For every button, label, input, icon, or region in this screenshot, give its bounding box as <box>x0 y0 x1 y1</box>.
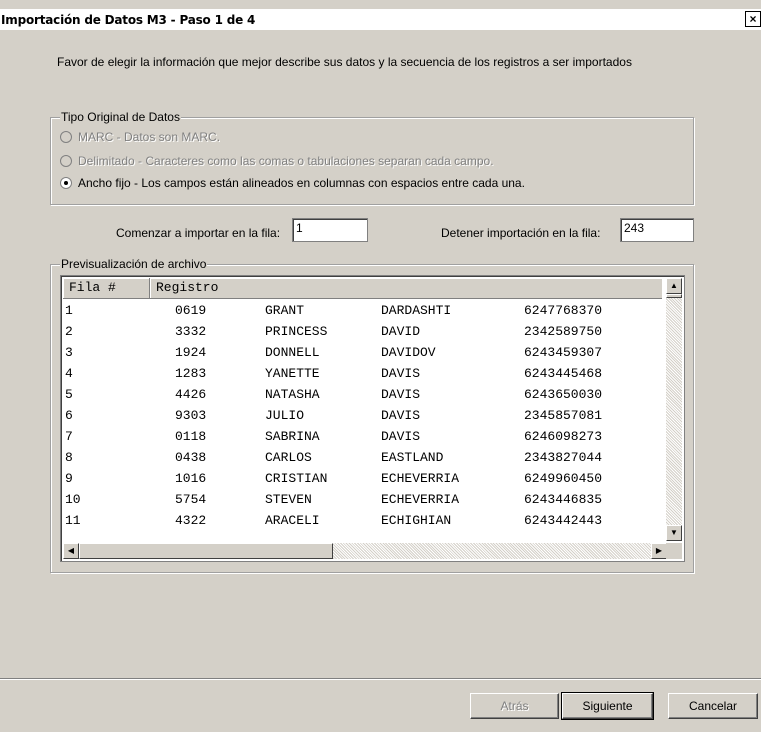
record-field-cell: 6249960450 <box>524 471 603 486</box>
record-field-cell: 1016 <box>175 471 207 486</box>
next-button[interactable]: Siguiente <box>561 692 654 720</box>
radio-marc <box>60 131 72 143</box>
record-field-cell: ECHEVERRIA <box>381 492 460 507</box>
record-field-cell: 2342589750 <box>524 324 603 339</box>
record-field-cell: 2345857081 <box>524 408 603 423</box>
record-field-cell: CARLOS <box>265 450 312 465</box>
grid-header: Fila # Registro <box>63 278 662 299</box>
record-field-cell: EASTLAND <box>381 450 444 465</box>
record-field-cell: DAVID <box>381 324 421 339</box>
radio-delimited <box>60 155 72 167</box>
radio-delimited-label: Delimitado - Caracteres como las comas o… <box>78 154 494 168</box>
record-field-cell: 0619 <box>175 303 207 318</box>
record-field-cell: 6243650030 <box>524 387 603 402</box>
preview-grid[interactable]: Fila # Registro 1 0619 GRANT DARDASHTI 62477… <box>60 275 685 562</box>
start-row-label: Comenzar a importar en la fila: <box>116 226 281 240</box>
record-field-cell: 6243442443 <box>524 513 603 528</box>
record-field-cell: 6243446835 <box>524 492 603 507</box>
radio-fixed-width-label[interactable]: Ancho fijo - Los campos están alineados … <box>78 176 525 190</box>
data-type-legend: Tipo Original de Datos <box>60 110 181 124</box>
record-field-cell: ECHEVERRIA <box>381 471 460 486</box>
record-field-cell: DARDASHTI <box>381 303 452 318</box>
column-header-record[interactable]: Registro <box>150 278 662 299</box>
row-number-cell: 7 <box>65 429 73 444</box>
record-field-cell: 0118 <box>175 429 207 444</box>
scroll-left-icon[interactable]: ◀ <box>63 543 79 559</box>
record-field-cell: SABRINA <box>265 429 320 444</box>
file-preview-legend: Previsualización de archivo <box>60 257 208 271</box>
record-field-cell: DAVIDOV <box>381 345 436 360</box>
record-field-cell: 6243459307 <box>524 345 603 360</box>
record-field-cell: DAVIS <box>381 387 421 402</box>
vertical-scroll-thumb[interactable] <box>666 294 682 298</box>
record-field-cell: 1924 <box>175 345 207 360</box>
row-number-cell: 9 <box>65 471 73 486</box>
row-number-cell: 10 <box>65 492 81 507</box>
record-field-cell: CRISTIAN <box>265 471 328 486</box>
instruction-text: Favor de elegir la información que mejor… <box>57 55 632 69</box>
scroll-up-icon[interactable]: ▲ <box>666 278 682 294</box>
separator-line <box>0 678 761 680</box>
row-number-cell: 1 <box>65 303 73 318</box>
row-number-cell: 5 <box>65 387 73 402</box>
record-field-cell: 1283 <box>175 366 207 381</box>
title-bar: Importación de Datos M3 - Paso 1 de 4 × <box>0 9 761 30</box>
record-field-cell: 6246098273 <box>524 429 603 444</box>
radio-fixed-width-option[interactable]: Ancho fijo - Los campos están alineados … <box>60 176 525 190</box>
start-row-input[interactable]: 1 <box>292 218 368 242</box>
close-icon[interactable]: × <box>745 11 761 27</box>
back-button[interactable]: Atrás <box>470 693 559 719</box>
scroll-right-icon[interactable]: ▶ <box>651 543 667 559</box>
record-field-cell: NATASHA <box>265 387 320 402</box>
record-field-cell: 4426 <box>175 387 207 402</box>
record-field-cell: 6243445468 <box>524 366 603 381</box>
horizontal-scroll-thumb[interactable] <box>79 543 333 559</box>
row-number-cell: 11 <box>65 513 81 528</box>
radio-delimited-option: Delimitado - Caracteres como las comas o… <box>60 154 494 168</box>
row-number-cell: 3 <box>65 345 73 360</box>
record-field-cell: 5754 <box>175 492 207 507</box>
window-title: Importación de Datos M3 - Paso 1 de 4 <box>1 12 256 27</box>
record-field-cell: PRINCESS <box>265 324 328 339</box>
record-field-cell: 0438 <box>175 450 207 465</box>
record-field-cell: 6247768370 <box>524 303 603 318</box>
record-field-cell: GRANT <box>265 303 305 318</box>
row-number-cell: 6 <box>65 408 73 423</box>
record-field-cell: 3332 <box>175 324 207 339</box>
radio-marc-option: MARC - Datos son MARC. <box>60 130 220 144</box>
record-field-cell: JULIO <box>265 408 305 423</box>
radio-marc-label: MARC - Datos son MARC. <box>78 130 221 144</box>
data-type-group: Tipo Original de Datos MARC - Datos son … <box>50 110 694 205</box>
row-number-cell: 8 <box>65 450 73 465</box>
record-field-cell: DAVIS <box>381 408 421 423</box>
record-field-cell: DAVIS <box>381 366 421 381</box>
record-field-cell: 4322 <box>175 513 207 528</box>
record-field-cell: DAVIS <box>381 429 421 444</box>
scrollbar-corner <box>666 543 682 559</box>
horizontal-scrollbar[interactable]: ◀ ▶ <box>63 543 667 559</box>
scroll-down-icon[interactable]: ▼ <box>666 525 682 541</box>
record-field-cell: ARACELI <box>265 513 320 528</box>
stop-row-label: Detener importación en la fila: <box>441 226 601 240</box>
record-field-cell: ECHIGHIAN <box>381 513 452 528</box>
record-field-cell: 2343827044 <box>524 450 603 465</box>
record-field-cell: STEVEN <box>265 492 312 507</box>
record-field-cell: 9303 <box>175 408 207 423</box>
row-number-cell: 4 <box>65 366 73 381</box>
cancel-button[interactable]: Cancelar <box>668 693 758 719</box>
record-field-cell: YANETTE <box>265 366 320 381</box>
stop-row-input[interactable]: 243 <box>620 218 694 242</box>
record-field-cell: DONNELL <box>265 345 320 360</box>
vertical-scrollbar[interactable]: ▲ ▼ <box>666 278 682 541</box>
radio-fixed-width[interactable] <box>60 177 72 189</box>
row-number-cell: 2 <box>65 324 73 339</box>
column-header-row-number[interactable]: Fila # <box>63 278 150 299</box>
